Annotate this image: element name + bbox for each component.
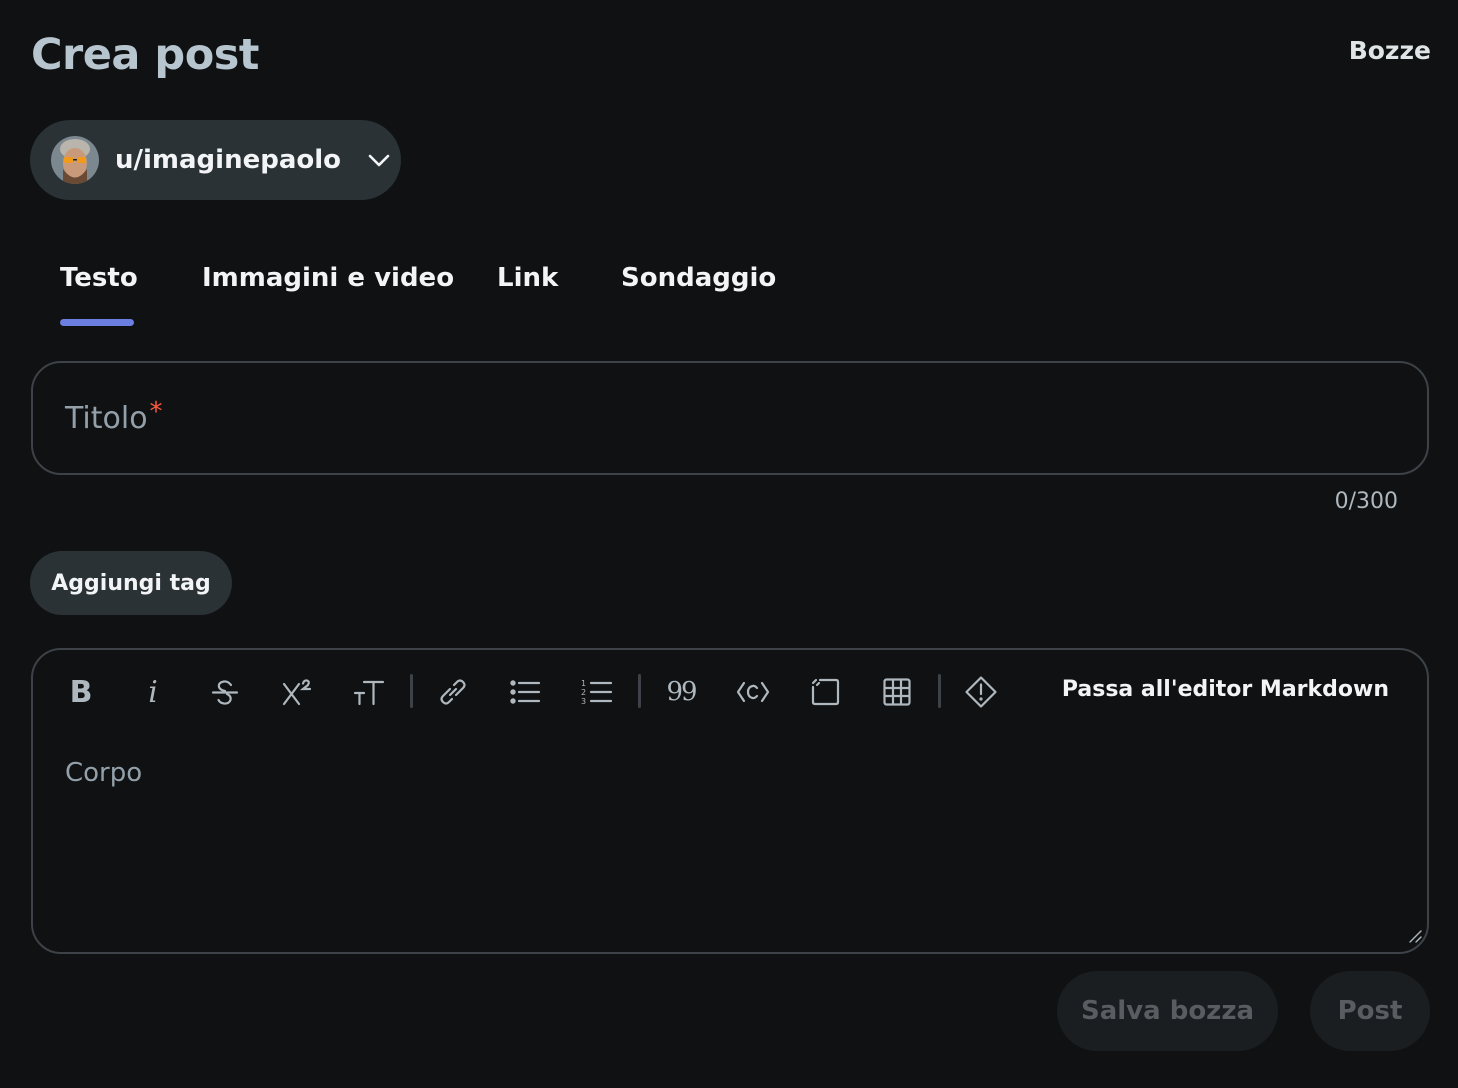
body-editor[interactable]: B i 1 2 3 99 Passa all'editor Markdown C…	[31, 648, 1429, 954]
numbered-list-icon[interactable]: 1 2 3	[575, 670, 619, 714]
avatar	[51, 136, 99, 184]
tab-testo[interactable]: Testo	[60, 250, 138, 330]
tab-label: Sondaggio	[621, 263, 777, 293]
svg-text:3: 3	[581, 697, 586, 706]
resize-handle-icon[interactable]	[1407, 928, 1423, 948]
title-input[interactable]: Titolo *	[31, 361, 1429, 475]
svg-text:2: 2	[581, 688, 586, 697]
save-draft-button[interactable]: Salva bozza	[1057, 971, 1278, 1051]
table-icon[interactable]	[875, 670, 919, 714]
community-picker-label: u/imaginepaolo	[115, 145, 342, 175]
post-button[interactable]: Post	[1310, 971, 1430, 1051]
title-char-count: 0/300	[1334, 489, 1398, 514]
code-icon[interactable]	[731, 670, 775, 714]
link-icon[interactable]	[431, 670, 475, 714]
toolbar-divider	[410, 674, 413, 708]
quote-glyph: 99	[666, 677, 697, 707]
superscript-icon[interactable]	[275, 670, 319, 714]
bulleted-list-icon[interactable]	[503, 670, 547, 714]
page-title: Crea post	[31, 30, 259, 80]
toolbar-divider	[638, 674, 641, 708]
code-block-icon[interactable]	[803, 670, 847, 714]
drafts-button[interactable]: Bozze	[1349, 36, 1431, 65]
italic-glyph: i	[148, 674, 158, 710]
spoiler-icon[interactable]	[959, 670, 1003, 714]
markdown-editor-switch[interactable]: Passa all'editor Markdown	[1062, 677, 1389, 702]
active-tab-indicator	[60, 319, 134, 326]
chevron-down-icon	[367, 148, 391, 172]
bold-glyph: B	[69, 674, 93, 710]
community-picker[interactable]: u/imaginepaolo	[30, 120, 401, 200]
add-tag-button[interactable]: Aggiungi tag	[30, 551, 232, 615]
body-placeholder: Corpo	[65, 758, 143, 788]
tab-label: Testo	[60, 263, 138, 293]
svg-text:1: 1	[581, 679, 586, 688]
formatting-toolbar: B i 1 2 3 99 Passa all'editor Markdown	[33, 650, 1427, 732]
strikethrough-icon[interactable]	[203, 670, 247, 714]
toolbar-divider	[938, 674, 941, 708]
italic-icon[interactable]: i	[131, 670, 175, 714]
tab-label: Immagini e video	[202, 263, 455, 293]
heading-icon[interactable]	[347, 670, 391, 714]
quote-icon[interactable]: 99	[659, 670, 703, 714]
tab-label: Link	[497, 263, 559, 293]
create-post-page: Crea post Bozze u/imaginepaolo Testo Imm…	[0, 0, 1458, 1088]
title-placeholder: Titolo	[65, 400, 148, 436]
bold-icon[interactable]: B	[59, 670, 103, 714]
required-marker: *	[149, 397, 163, 427]
